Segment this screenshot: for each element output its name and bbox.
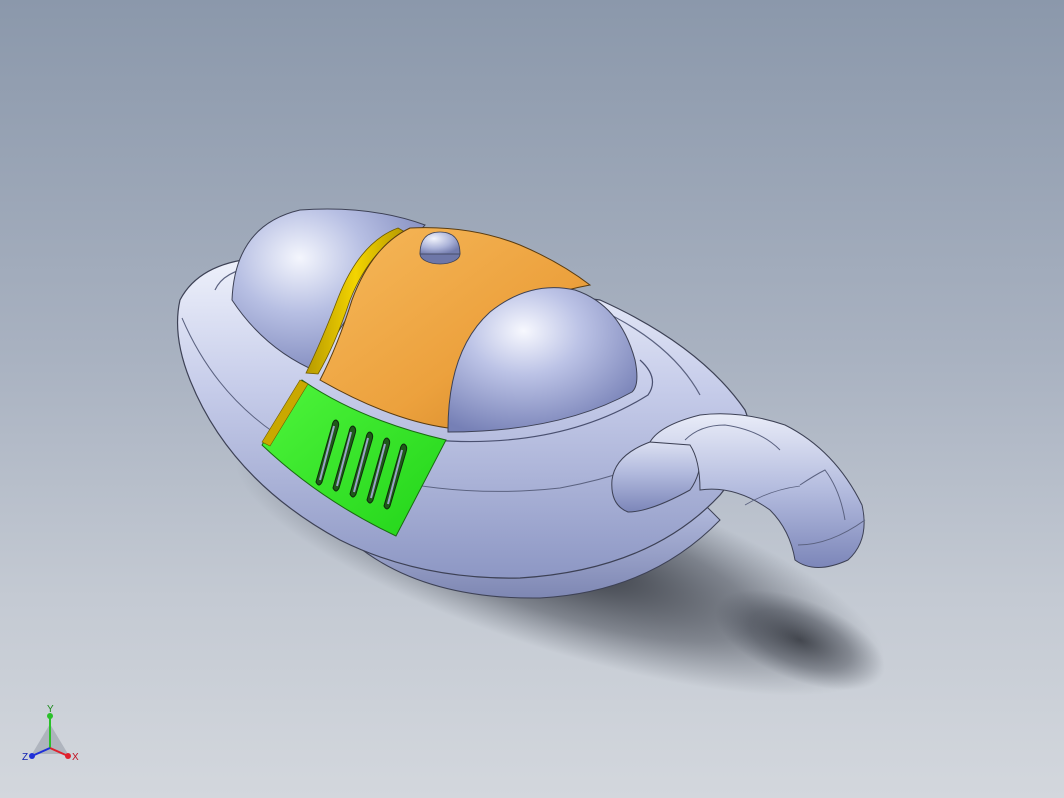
z-axis-tip [29,753,35,759]
model-view[interactable] [0,0,1064,798]
x-axis-label: X [72,752,79,763]
y-axis-label: Y [47,704,54,715]
x-axis-tip [65,753,71,759]
graphics-viewport[interactable]: Y X Z [0,0,1064,798]
axis-triad[interactable]: Y X Z [18,702,88,772]
z-axis-label: Z [22,752,28,763]
top-knob [419,231,461,265]
